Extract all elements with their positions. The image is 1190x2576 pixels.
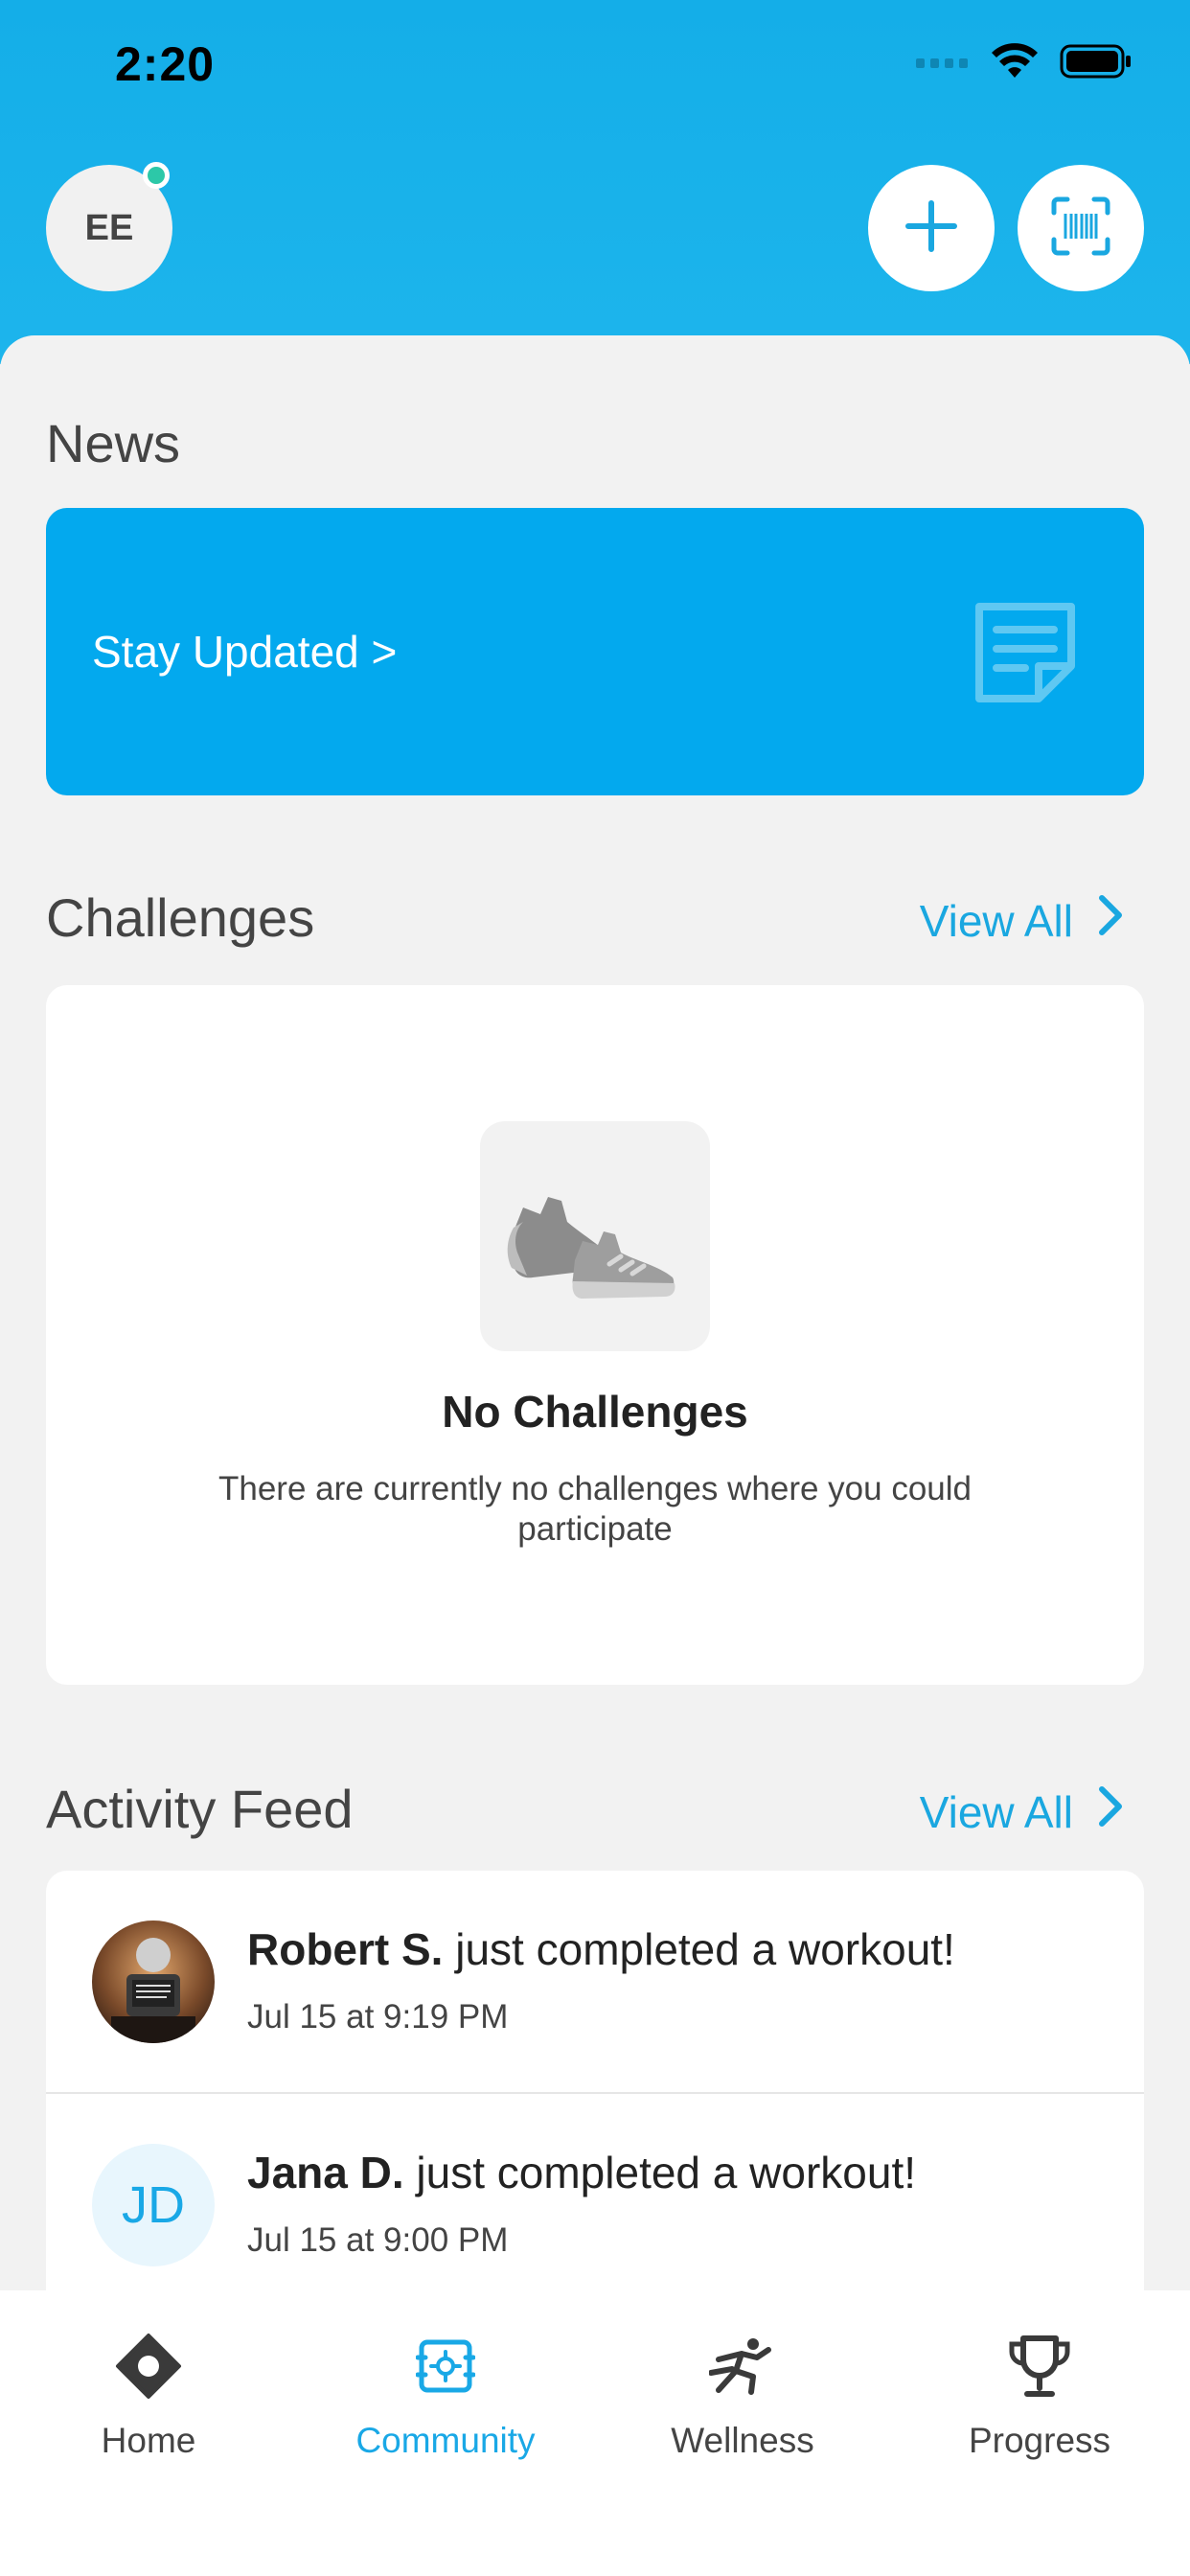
activity-view-all-label: View All <box>919 1786 1073 1837</box>
status-time: 2:20 <box>115 37 216 91</box>
barcode-scan-icon <box>1050 196 1111 262</box>
challenges-view-all-link[interactable]: View All <box>920 894 1123 947</box>
user-avatar-photo <box>92 1920 215 2043</box>
tab-wellness[interactable]: Wellness <box>594 2329 891 2461</box>
feed-action-text: just completed a workout! <box>443 1924 955 1974</box>
feed-action-text: just completed a workout! <box>403 2148 917 2197</box>
challenges-title: Challenges <box>46 887 315 948</box>
tab-wellness-label: Wellness <box>671 2421 814 2460</box>
battery-icon <box>1060 44 1133 83</box>
tab-community[interactable]: Community <box>297 2329 594 2461</box>
tab-home[interactable]: Home <box>0 2329 297 2461</box>
feed-item-text: Robert S. just completed a workout! <box>247 1923 955 1975</box>
feed-item-time: Jul 15 at 9:00 PM <box>247 2221 509 2259</box>
tab-progress[interactable]: Progress <box>891 2329 1188 2461</box>
challenges-card: No Challenges There are currently no cha… <box>46 985 1144 1685</box>
scan-barcode-button[interactable] <box>1018 165 1144 291</box>
status-icons <box>916 43 1133 84</box>
feed-item-time: Jul 15 at 9:19 PM <box>247 1998 509 2036</box>
cellular-signal-icon <box>916 55 970 73</box>
user-avatar-initials: JD <box>92 2144 215 2266</box>
activity-view-all-link[interactable]: View All <box>920 1785 1123 1838</box>
chevron-right-icon <box>1098 894 1123 947</box>
news-title: News <box>46 413 181 473</box>
feed-item-text: Jana D. just completed a workout! <box>247 2147 916 2198</box>
online-status-dot <box>143 162 170 189</box>
news-card-text: Stay Updated > <box>92 627 398 677</box>
document-icon <box>972 599 1079 711</box>
challenges-view-all-label: View All <box>919 895 1073 946</box>
top-header: 2:20 EE <box>0 0 1190 364</box>
news-card[interactable]: Stay Updated > <box>46 508 1144 795</box>
tab-home-label: Home <box>101 2421 196 2460</box>
feed-item[interactable]: JD Jana D. just completed a workout! Jul… <box>46 2094 1144 2316</box>
feed-user-name: Jana D. <box>247 2148 404 2197</box>
feed-user-name: Robert S. <box>247 1924 444 1974</box>
profile-initials: EE <box>84 207 134 248</box>
feed-item[interactable]: Robert S. just completed a workout! Jul … <box>46 1871 1144 2094</box>
no-challenges-title: No Challenges <box>442 1387 748 1437</box>
running-person-icon <box>594 2329 891 2404</box>
chevron-right-icon <box>1098 1785 1123 1838</box>
wifi-icon <box>991 43 1039 84</box>
plus-icon <box>904 199 958 258</box>
tab-progress-label: Progress <box>968 2421 1111 2460</box>
sneakers-icon <box>480 1121 710 1351</box>
avatar-initials-text: JD <box>122 2176 185 2234</box>
bottom-tab-bar: Home Community Wellness Progress <box>0 2290 1190 2576</box>
community-icon <box>297 2329 594 2404</box>
add-button[interactable] <box>868 165 995 291</box>
no-challenges-description: There are currently no challenges where … <box>218 1470 972 1548</box>
activity-feed-card: Robert S. just completed a workout! Jul … <box>46 1871 1144 2350</box>
tab-community-label: Community <box>355 2421 536 2460</box>
home-diamond-icon <box>0 2329 297 2404</box>
activity-feed-title: Activity Feed <box>46 1779 354 1839</box>
trophy-icon <box>891 2329 1188 2404</box>
